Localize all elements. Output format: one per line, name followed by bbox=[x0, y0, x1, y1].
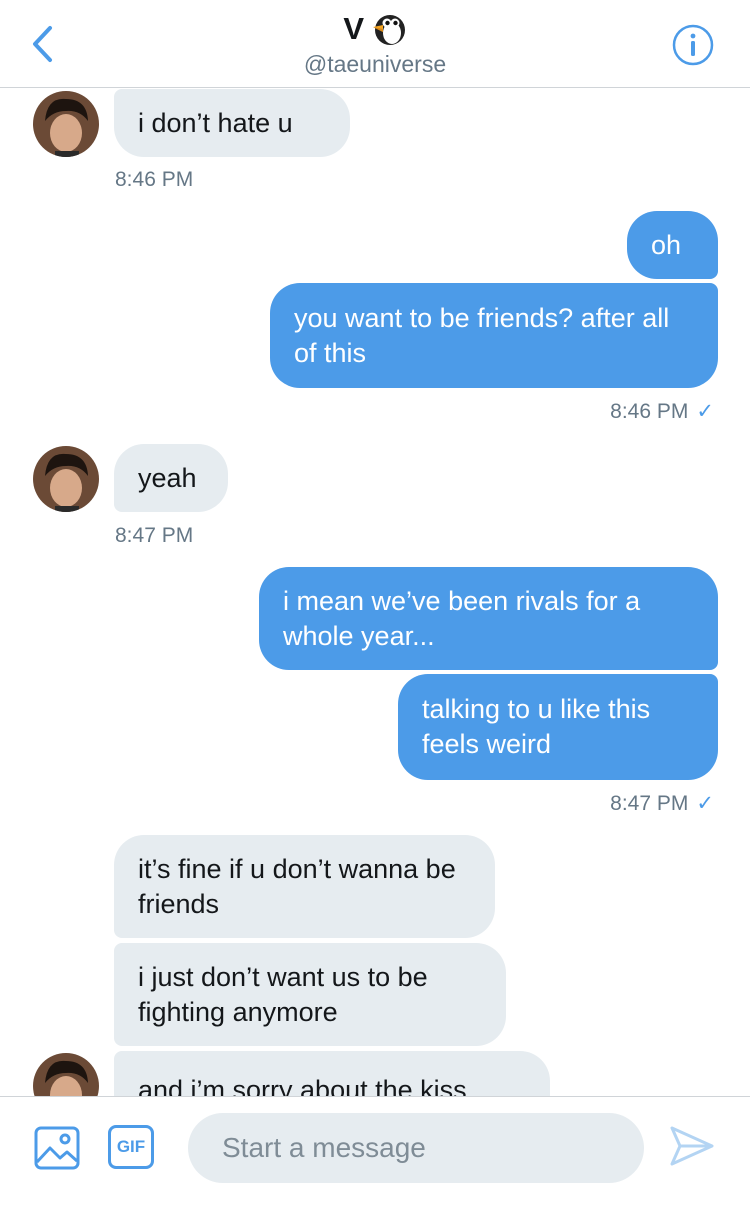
message-text: talking to u like this feels weird bbox=[422, 694, 651, 759]
message-text: i don’t hate u bbox=[138, 107, 293, 138]
message-bubble-outgoing[interactable]: you want to be friends? after all of thi… bbox=[270, 283, 718, 388]
message-bubble-incoming[interactable]: i just don’t want us to be fighting anym… bbox=[114, 943, 506, 1046]
avatar[interactable] bbox=[33, 446, 99, 512]
image-icon[interactable] bbox=[34, 1126, 80, 1170]
message-thread: i don’t hate u 8:46 PM oh you want to be… bbox=[0, 89, 750, 1096]
message-bubble-incoming[interactable]: it’s fine if u don’t wanna be friends bbox=[114, 835, 495, 938]
message-text: i mean we’ve been rivals for a whole yea… bbox=[283, 585, 641, 651]
message-bubble-incoming[interactable]: yeah bbox=[114, 444, 228, 512]
gif-button[interactable]: GIF bbox=[108, 1125, 154, 1169]
message-timestamp: 8:46 PM bbox=[115, 168, 194, 191]
conversation-title: V bbox=[343, 11, 365, 46]
message-input[interactable] bbox=[188, 1113, 644, 1183]
message-bubble-outgoing[interactable]: talking to u like this feels weird bbox=[398, 674, 718, 780]
conversation-handle: @taeuniverse bbox=[303, 51, 447, 77]
avatar[interactable] bbox=[33, 91, 99, 157]
message-text: yeah bbox=[138, 462, 197, 493]
read-check-icon: ✓ bbox=[696, 400, 714, 423]
message-bubble-outgoing[interactable]: i mean we’ve been rivals for a whole yea… bbox=[259, 567, 718, 670]
message-timestamp: 8:47 PM bbox=[115, 524, 194, 547]
read-check-icon: ✓ bbox=[696, 792, 714, 815]
message-text: you want to be friends? after all of thi… bbox=[294, 302, 670, 368]
message-timestamp: 8:46 PM ✓ bbox=[610, 400, 714, 423]
message-text: it’s fine if u don’t wanna be friends bbox=[138, 853, 456, 919]
message-timestamp: 8:47 PM ✓ bbox=[610, 792, 714, 815]
message-text: i just don’t want us to be fighting anym… bbox=[138, 961, 428, 1027]
conversation-title-block[interactable]: V @taeuniverse bbox=[0, 10, 750, 78]
send-icon[interactable] bbox=[668, 1124, 716, 1168]
message-composer: GIF bbox=[0, 1096, 750, 1206]
message-bubble-outgoing[interactable]: oh bbox=[627, 211, 718, 279]
message-text: and i’m sorry about the kiss bbox=[138, 1075, 467, 1096]
message-bubble-incoming[interactable]: and i’m sorry about the kiss bbox=[114, 1051, 550, 1096]
message-bubble-incoming[interactable]: i don’t hate u bbox=[114, 89, 350, 157]
penguin-icon bbox=[372, 15, 405, 45]
conversation-header: V @taeuniverse bbox=[0, 0, 750, 88]
message-text: oh bbox=[651, 229, 682, 260]
avatar[interactable] bbox=[33, 1053, 99, 1096]
info-icon[interactable] bbox=[672, 24, 714, 66]
